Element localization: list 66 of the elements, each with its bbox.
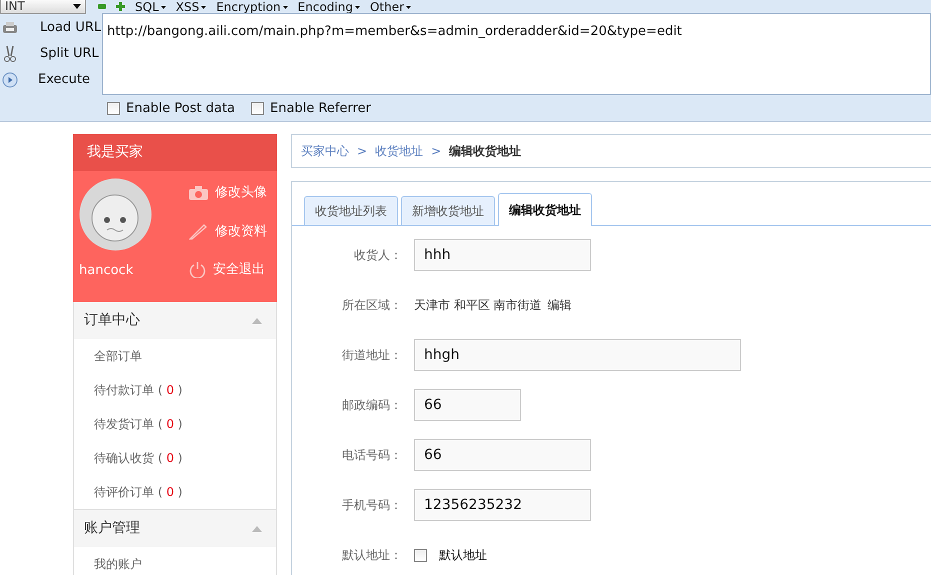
checkbox[interactable] [107,102,120,115]
menu-item[interactable]: Encoding [298,0,360,12]
tab[interactable]: 收货地址列表 [304,196,398,225]
sidebar-item[interactable]: 待付款订单 ( 0 ) [74,373,276,407]
input-field[interactable]: hhh [414,239,591,271]
sidebar-title: 我是买家 [73,134,277,171]
toolbar-button[interactable]: Split URL [0,44,102,64]
scissors-icon [2,45,18,63]
input-field[interactable]: hhgh [414,339,741,371]
toolbar-button[interactable]: Execute [0,70,102,90]
avatar-icon [79,178,152,251]
section-title: 订单中心 [84,311,140,330]
url-field[interactable]: http://bangong.aili.com/main.php?m=member&s=admin_orderadder&id=20&type=edit [102,13,931,95]
caret-icon [160,6,166,9]
section-header[interactable]: 账户管理 [74,510,276,547]
sidebar-item[interactable]: 待确认收货 ( 0 ) [74,441,276,475]
menu-item[interactable]: XSS [176,0,206,12]
field-label: 所在区域： [341,297,403,314]
username: hancock [79,262,134,280]
plus-icon[interactable] [116,2,125,11]
pencil-icon [189,222,208,240]
collapse-icon[interactable] [252,318,262,324]
printer-icon [2,21,18,35]
breadcrumb-current: 编辑收货地址 [449,143,522,160]
field-label: 街道地址： [341,347,403,364]
checkbox[interactable] [414,548,427,562]
collapse-icon[interactable] [252,526,262,532]
section-header[interactable]: 订单中心 [74,302,276,339]
sidebar-item[interactable]: 全部订单 [74,339,276,373]
sidebar-item[interactable]: 待发货订单 ( 0 ) [74,407,276,441]
input-field[interactable]: 66 [414,439,591,471]
checkbox-label[interactable]: 默认地址 [439,546,487,564]
breadcrumb-separator: > [357,143,368,160]
field-label: 收货人： [353,247,403,264]
menu-item[interactable]: Encryption [216,0,288,12]
field-label: 默认地址： [341,547,403,564]
field-label: 手机号码： [341,497,403,514]
caret-icon [406,6,412,9]
caret-icon [354,6,360,9]
breadcrumb-link[interactable]: 收货地址 [375,142,424,160]
tab[interactable]: 新增收货地址 [401,196,495,225]
input-field[interactable]: 66 [414,389,521,421]
select-dropdown[interactable]: INT [0,0,86,14]
checkbox-label[interactable]: Enable Post data [126,98,236,118]
sidebar-item[interactable]: 我的账户 [74,547,276,575]
caret-icon [282,6,288,9]
breadcrumb-link[interactable]: 买家中心 [301,142,349,160]
power-icon [189,261,206,278]
field-label: 电话号码： [341,447,403,464]
caret-icon [73,4,81,8]
edit-link[interactable]: 编辑 [548,298,572,312]
caret-icon [201,6,206,9]
region-text: 天津市 和平区 南市街道 [414,298,542,312]
checkbox[interactable] [251,102,264,115]
field-label: 邮政编码： [341,397,403,414]
input-field[interactable]: 12356235232 [414,489,591,521]
minus-icon[interactable] [98,4,106,9]
checkbox-label[interactable]: Enable Referrer [270,98,371,118]
tab[interactable]: 编辑收货地址 [498,193,592,226]
section-title: 账户管理 [84,519,140,538]
menu-item[interactable]: SQL [135,0,166,12]
toolbar-button[interactable]: Load URL [0,18,102,38]
menu-item[interactable]: Other [370,0,412,12]
breadcrumb-separator: > [431,143,442,160]
camera-icon [189,186,208,200]
sidebar-item[interactable]: 待评价订单 ( 0 ) [74,475,276,509]
